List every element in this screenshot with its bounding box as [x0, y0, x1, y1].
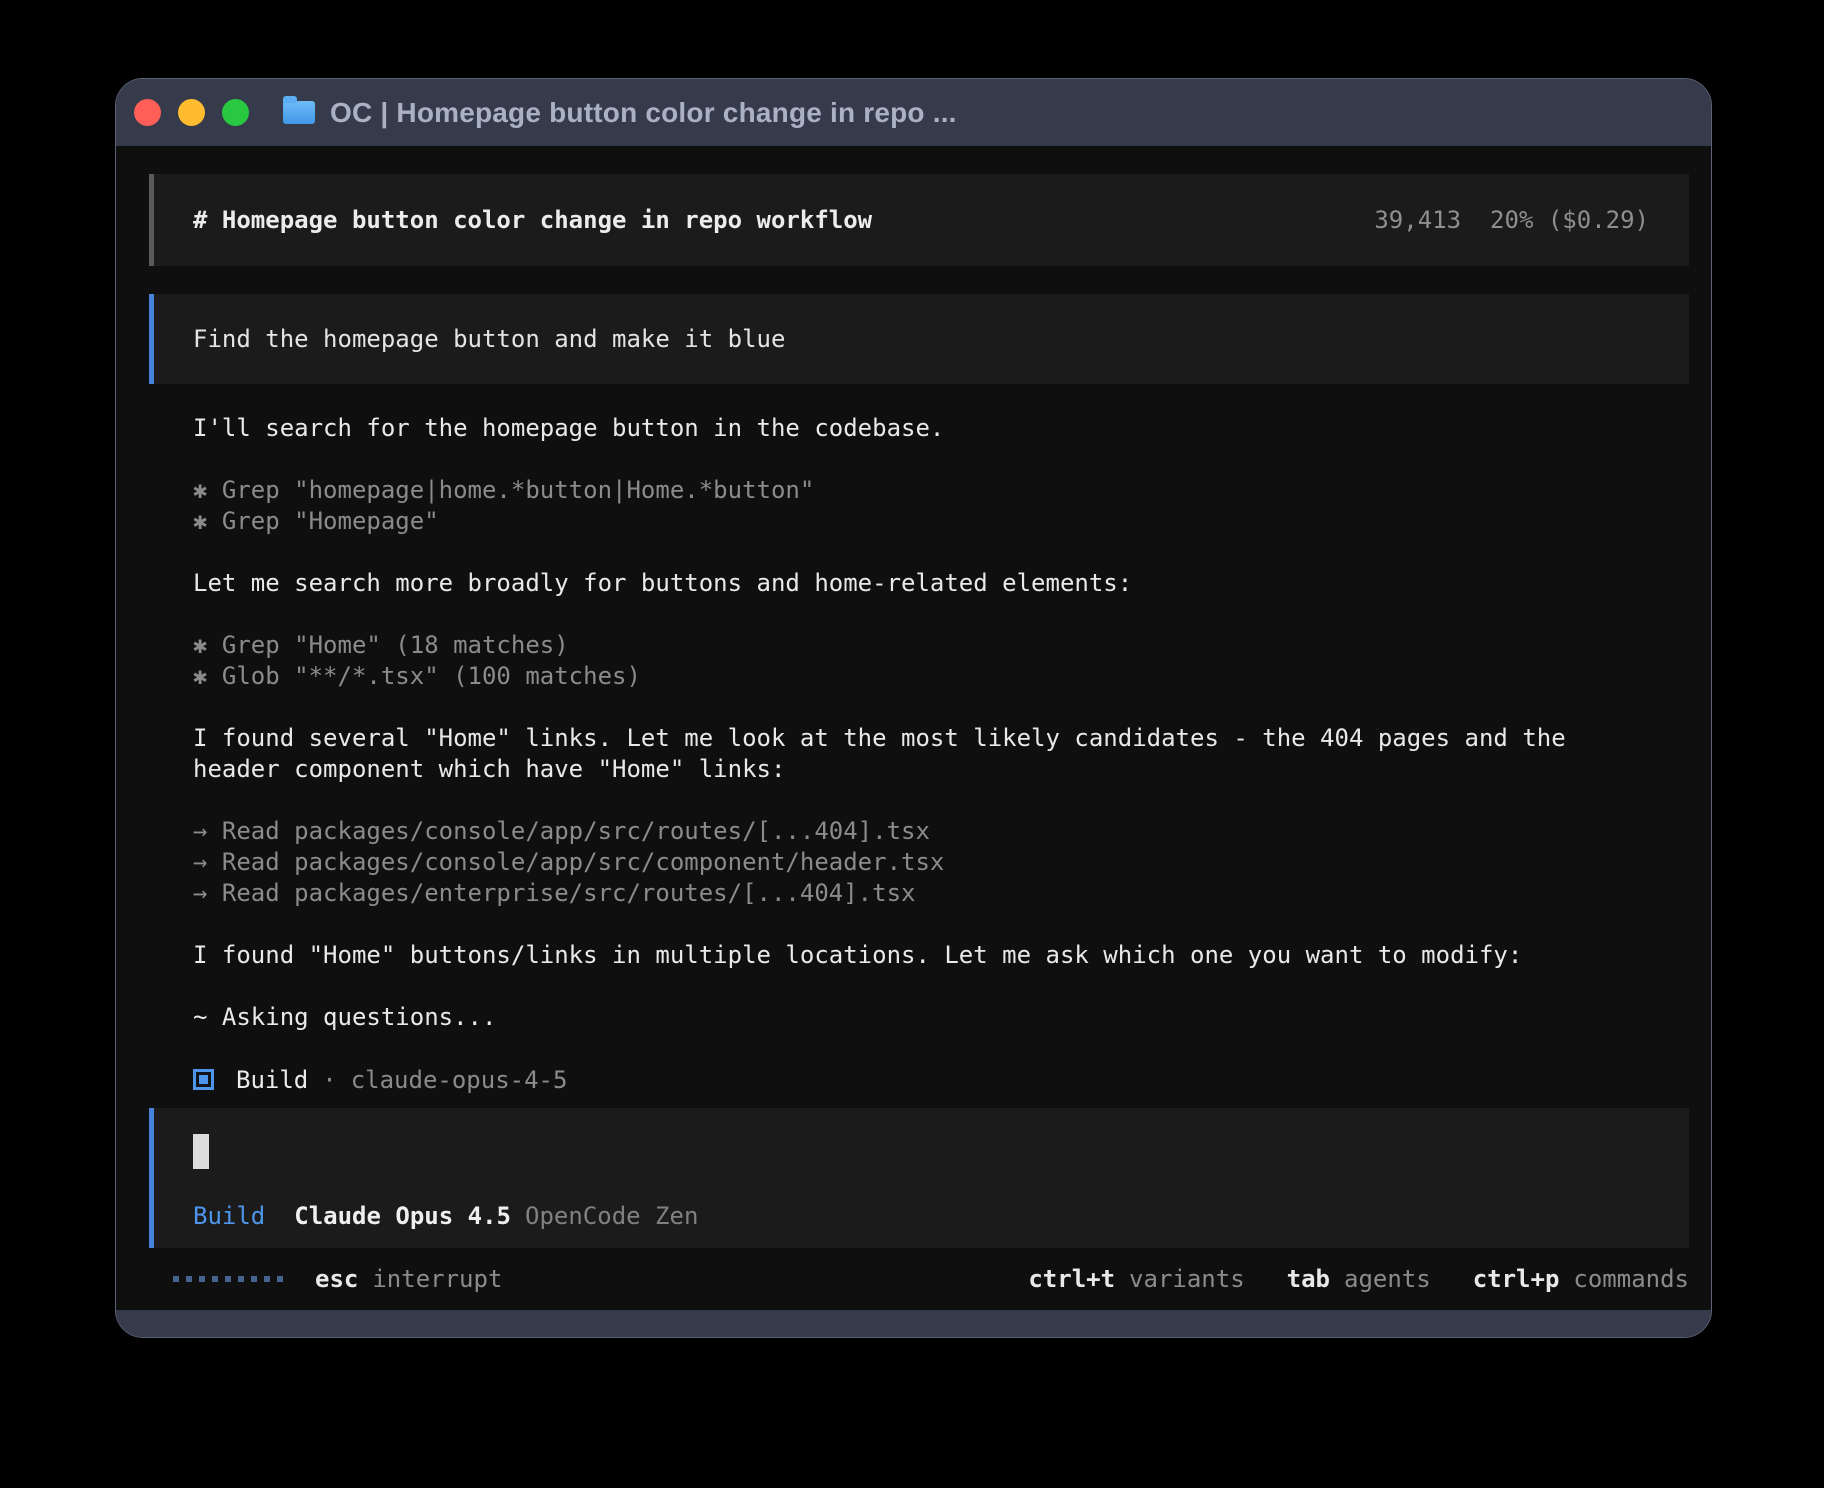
window-title: OC | Homepage button color change in rep…: [330, 97, 957, 129]
input-status-line: Build Claude Opus 4.5 OpenCode Zen: [193, 1202, 1650, 1230]
spinner-dot: [186, 1276, 192, 1282]
shortcut-label: commands: [1573, 1265, 1689, 1293]
shortcut-esc: esc interrupt: [315, 1265, 502, 1293]
tool-call-line: ✱ Glob "**/*.tsx" (100 matches): [193, 661, 1689, 692]
agent-status-row: Build · claude-opus-4-5: [193, 1064, 1689, 1095]
agent-name: Build: [236, 1066, 308, 1094]
context-cost: 20% ($0.29): [1490, 206, 1649, 234]
footer-shortcuts: ctrl+t variants tab agents ctrl+p commands: [1028, 1265, 1689, 1293]
blank-line: [193, 599, 1689, 630]
blank-line: [193, 785, 1689, 816]
status-separator: ·: [322, 1066, 336, 1094]
progress-spinner-dots: [173, 1276, 283, 1282]
session-title: # Homepage button color change in repo w…: [193, 206, 872, 234]
tool-call-line: → Read packages/enterprise/src/routes/[.…: [193, 878, 1689, 909]
zoom-window-icon[interactable]: [222, 99, 249, 126]
spinner-dot: [173, 1276, 179, 1282]
shortcut-label: variants: [1129, 1265, 1245, 1293]
tool-call-line: ✱ Grep "homepage|home.*button|Home.*butt…: [193, 475, 1689, 506]
tool-call-line: ✱ Grep "Home" (18 matches): [193, 630, 1689, 661]
spinner-dot: [199, 1276, 205, 1282]
conversation-log: I'll search for the homepage button in t…: [193, 413, 1689, 1064]
assistant-text-line: I'll search for the homepage button in t…: [193, 413, 1689, 444]
user-message: Find the homepage button and make it blu…: [149, 294, 1689, 384]
agent-badge-inner-square: [199, 1075, 208, 1084]
blank-line: [193, 909, 1689, 940]
input-provider: OpenCode Zen: [525, 1202, 698, 1230]
shortcut-key: tab: [1287, 1265, 1330, 1293]
blank-line: [193, 692, 1689, 723]
folder-icon: [283, 101, 315, 124]
window-controls: [134, 99, 249, 126]
agent-badge-icon: [193, 1069, 214, 1090]
minimize-window-icon[interactable]: [178, 99, 205, 126]
blank-line: [193, 444, 1689, 475]
close-window-icon[interactable]: [134, 99, 161, 126]
assistant-text-line: header component which have "Home" links…: [193, 754, 1689, 785]
session-stats: 39,413 20% ($0.29): [1374, 206, 1649, 234]
assistant-text-line: Let me search more broadly for buttons a…: [193, 568, 1689, 599]
spinner-dot: [225, 1276, 231, 1282]
spinner-dot: [277, 1276, 283, 1282]
shortcut-tab: tab agents: [1287, 1265, 1431, 1293]
shortcut-key: ctrl+t: [1028, 1265, 1115, 1293]
blank-line: [193, 537, 1689, 568]
shortcut-label: agents: [1344, 1265, 1431, 1293]
input-mode[interactable]: Build: [193, 1202, 265, 1230]
shortcut-key: ctrl+p: [1473, 1265, 1560, 1293]
spinner-dot: [264, 1276, 270, 1282]
spinner-dot: [251, 1276, 257, 1282]
spinner-dot: [238, 1276, 244, 1282]
assistant-text-line: I found "Home" buttons/links in multiple…: [193, 940, 1689, 971]
shortcut-key: esc: [315, 1265, 358, 1293]
text-cursor: [193, 1134, 209, 1169]
session-header: # Homepage button color change in repo w…: [149, 174, 1689, 266]
shortcut-ctrl-p: ctrl+p commands: [1473, 1265, 1689, 1293]
agent-model-id: claude-opus-4-5: [351, 1066, 568, 1094]
blank-line: [193, 971, 1689, 1002]
tool-call-line: ✱ Grep "Homepage": [193, 506, 1689, 537]
blank-line: [193, 1033, 1689, 1064]
input-model[interactable]: Claude Opus 4.5: [294, 1202, 511, 1230]
assistant-text-line: I found several "Home" links. Let me loo…: [193, 723, 1689, 754]
tool-call-line: → Read packages/console/app/src/componen…: [193, 847, 1689, 878]
tool-call-line: → Read packages/console/app/src/routes/[…: [193, 816, 1689, 847]
spinner-dot: [212, 1276, 218, 1282]
shortcut-label: interrupt: [372, 1265, 502, 1293]
assistant-text-line: ~ Asking questions...: [193, 1002, 1689, 1033]
terminal-content: # Homepage button color change in repo w…: [116, 146, 1711, 1310]
prompt-input[interactable]: Build Claude Opus 4.5 OpenCode Zen: [149, 1108, 1689, 1248]
window-bottom-edge: [116, 1310, 1711, 1337]
token-count: 39,413: [1374, 206, 1461, 234]
shortcut-ctrl-t: ctrl+t variants: [1028, 1265, 1244, 1293]
user-message-text: Find the homepage button and make it blu…: [193, 325, 785, 353]
footer-bar: esc interrupt ctrl+tvariantstabagentsctr…: [149, 1264, 1689, 1294]
terminal-window: OC | Homepage button color change in rep…: [115, 78, 1712, 1338]
titlebar[interactable]: OC | Homepage button color change in rep…: [116, 79, 1711, 146]
